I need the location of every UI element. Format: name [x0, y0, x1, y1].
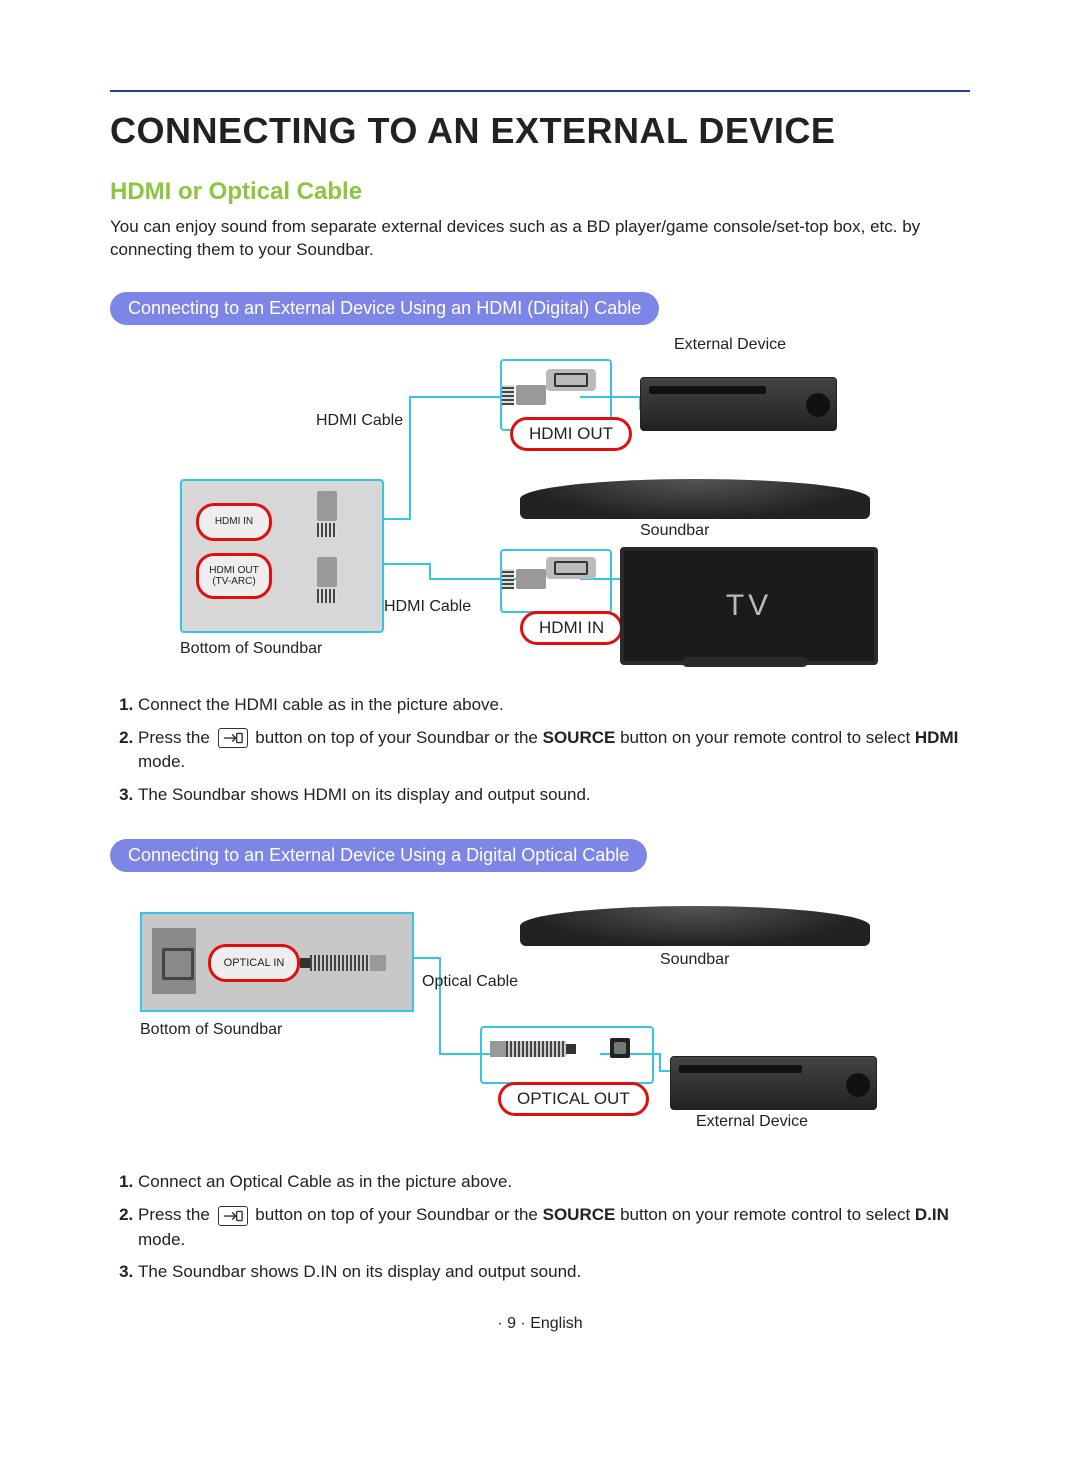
steps-hdmi: Connect the HDMI cable as in the picture…: [110, 693, 970, 808]
steps-optical: Connect an Optical Cable as in the pictu…: [110, 1170, 970, 1285]
label-external-device-opt: External Device: [696, 1112, 808, 1131]
source-button-icon-2: [218, 1206, 248, 1226]
step-opt-1: Connect an Optical Cable as in the pictu…: [138, 1170, 970, 1195]
label-optical-in: OPTICAL IN: [224, 957, 285, 969]
label-optical-out: OPTICAL OUT: [498, 1082, 649, 1116]
label-hdmi-out-port-l2: (TV-ARC): [212, 576, 255, 587]
pill-hdmi: Connecting to an External Device Using a…: [110, 292, 659, 325]
label-soundbar-opt: Soundbar: [660, 950, 729, 969]
intro-text: You can enjoy sound from separate extern…: [110, 216, 970, 262]
label-hdmi-in-port: HDMI IN: [215, 516, 253, 527]
label-soundbar: Soundbar: [640, 521, 709, 540]
label-optical-cable: Optical Cable: [422, 972, 518, 991]
page-footer: · 9 · English: [110, 1315, 970, 1333]
label-hdmi-cable-top: HDMI Cable: [316, 411, 403, 430]
step-hdmi-2: Press the button on top of your Soundbar…: [138, 726, 970, 775]
diagram-hdmi: HDMI IN HDMI OUT (TV-ARC) Bottom of Soun…: [120, 339, 960, 669]
source-button-icon: [218, 728, 248, 748]
label-hdmi-out: HDMI OUT: [510, 417, 632, 451]
step-opt-3: The Soundbar shows D.IN on its display a…: [138, 1260, 970, 1285]
page-title: CONNECTING TO AN EXTERNAL DEVICE: [110, 110, 970, 152]
step-opt-2: Press the button on top of your Soundbar…: [138, 1203, 970, 1252]
section-hdmi-optical: HDMI or Optical Cable: [110, 178, 970, 206]
pill-optical: Connecting to an External Device Using a…: [110, 839, 647, 872]
diagram-optical: OPTICAL IN Bottom of Soundbar Optical Ca…: [120, 886, 960, 1146]
label-external-device: External Device: [670, 335, 790, 354]
label-bottom-soundbar-opt: Bottom of Soundbar: [140, 1020, 282, 1039]
label-hdmi-cable-mid: HDMI Cable: [384, 597, 471, 616]
label-hdmi-in: HDMI IN: [520, 611, 623, 645]
label-bottom-soundbar: Bottom of Soundbar: [180, 639, 322, 658]
step-hdmi-3: The Soundbar shows HDMI on its display a…: [138, 783, 970, 808]
step-hdmi-1: Connect the HDMI cable as in the picture…: [138, 693, 970, 718]
label-tv: TV: [726, 589, 772, 623]
label-hdmi-out-port-l1: HDMI OUT: [209, 565, 258, 576]
